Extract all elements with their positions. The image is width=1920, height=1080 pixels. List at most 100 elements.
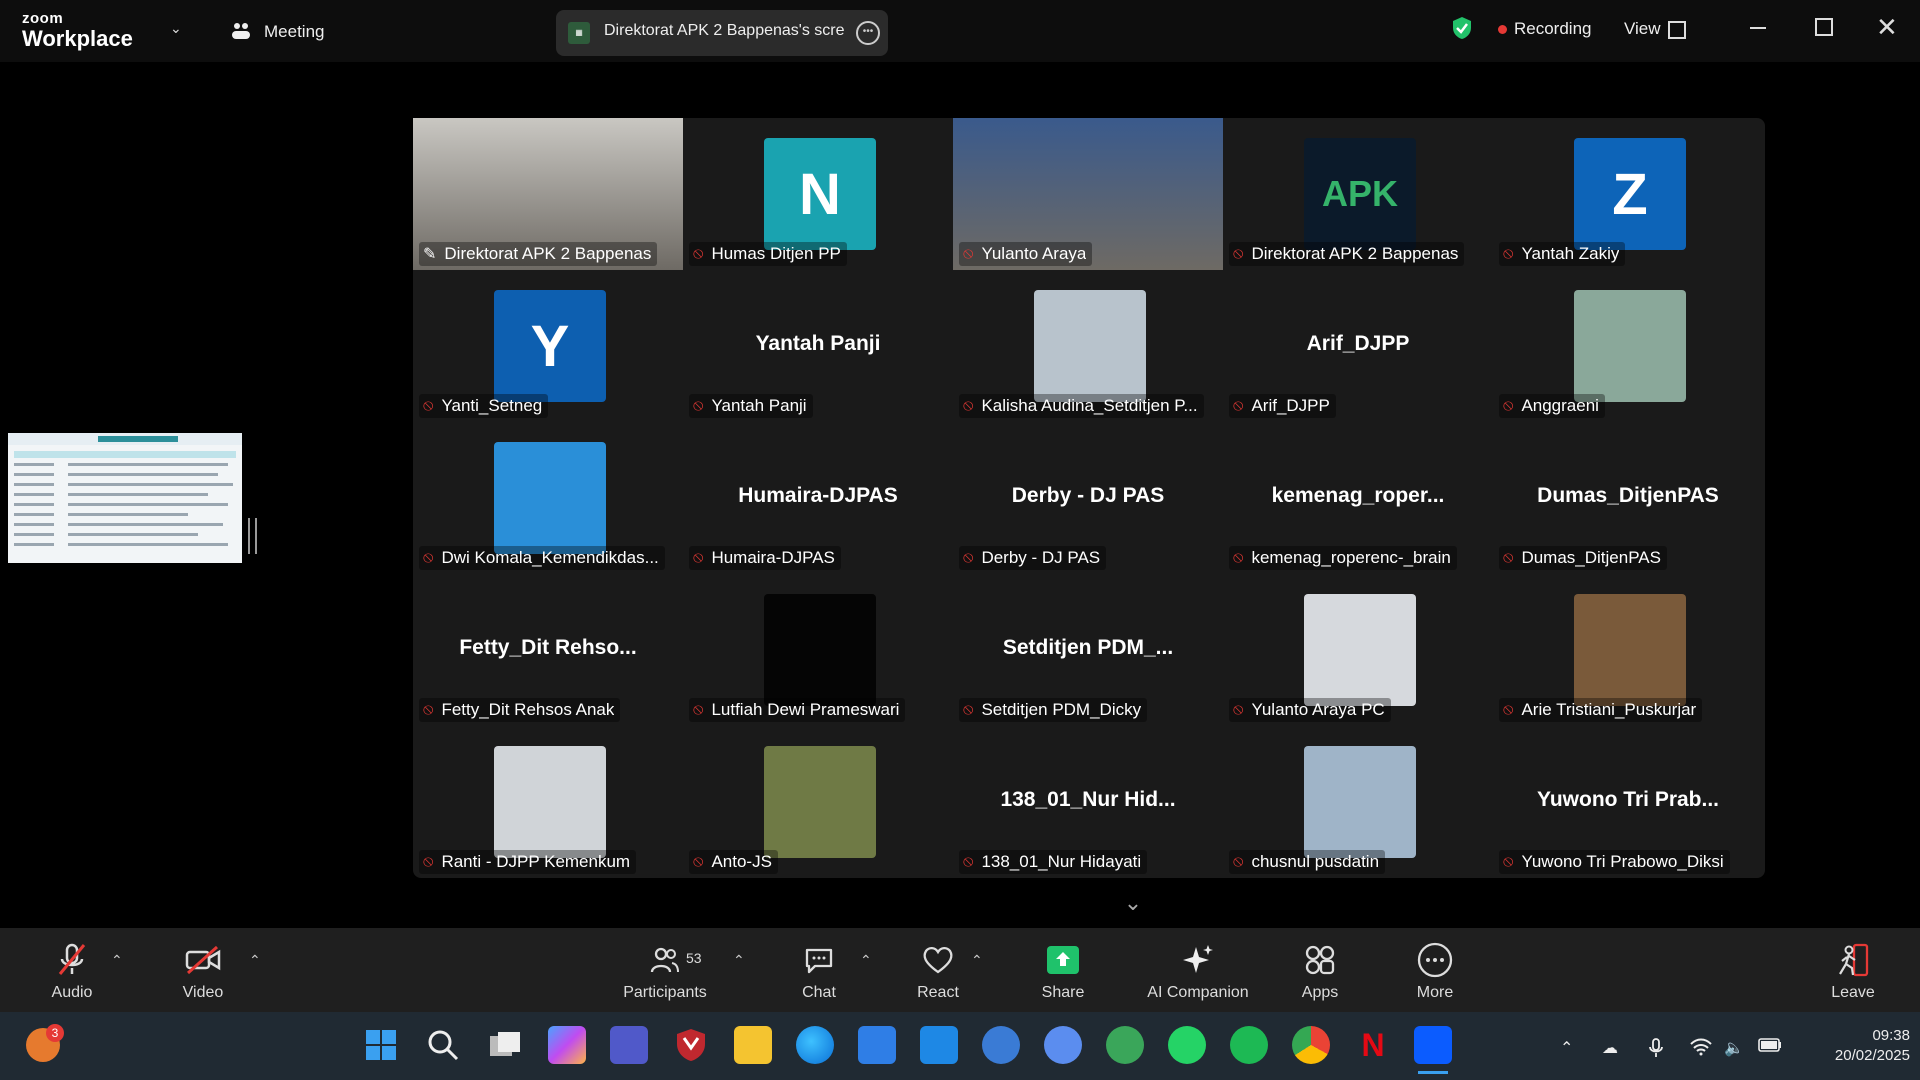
participant-tile[interactable]: Arif_DJPP ⦸ Arif_DJPP: [1223, 270, 1493, 422]
participants-caret-icon[interactable]: ⌃: [733, 952, 745, 969]
participant-name-label: ⦸ Fetty_Dit Rehsos Anak: [419, 698, 621, 722]
participant-name-label: ⦸ Dumas_DitjenPAS: [1499, 546, 1667, 570]
participant-tile[interactable]: ⦸ Arie Tristiani_Puskurjar: [1493, 574, 1763, 726]
battery-icon[interactable]: [1758, 1038, 1782, 1057]
netflix-icon[interactable]: N: [1354, 1026, 1392, 1064]
next-page-chevron-icon[interactable]: ⌄: [1086, 890, 1180, 915]
tray-overflow-icon[interactable]: ⌃: [1560, 1038, 1573, 1058]
taskbar-clock[interactable]: 09:38 20/02/2025: [1810, 1026, 1910, 1066]
muted-mic-icon: ⦸: [963, 397, 974, 414]
react-button[interactable]: React: [883, 940, 993, 1002]
participant-name: Dumas_DitjenPAS: [1521, 548, 1661, 567]
apps-button[interactable]: Apps: [1265, 940, 1375, 1002]
chat-caret-icon[interactable]: ⌃: [860, 952, 872, 969]
zoom-companion-icon[interactable]: [1044, 1026, 1082, 1064]
participants-button[interactable]: Participants: [610, 940, 720, 1002]
app-logo-top: zoom: [22, 10, 64, 27]
participant-tile[interactable]: ⦸ Yulanto Araya PC: [1223, 574, 1493, 726]
participant-tile[interactable]: ⦸ Kalisha Audina_Setditjen P...: [953, 270, 1223, 422]
muted-mic-icon: ⦸: [1503, 549, 1514, 566]
ai-companion-button[interactable]: AI Companion: [1143, 940, 1253, 1002]
participant-tile[interactable]: kemenag_roper... ⦸ kemenag_roperenc-_brain: [1223, 422, 1493, 574]
participant-tile[interactable]: ⦸ Anto-JS: [683, 726, 953, 878]
music-app-icon[interactable]: [1106, 1026, 1144, 1064]
participant-tile[interactable]: Setditjen PDM_... ⦸ Setditjen PDM_Dicky: [953, 574, 1223, 726]
participant-tile[interactable]: Y ⦸ Yanti_Setneg: [413, 270, 683, 422]
participant-tile[interactable]: Fetty_Dit Rehso... ⦸ Fetty_Dit Rehsos Anak: [413, 574, 683, 726]
muted-mic-icon: ⦸: [1233, 397, 1244, 414]
close-icon[interactable]: ✕: [1876, 12, 1898, 43]
search-icon[interactable]: [424, 1026, 462, 1064]
participant-tile[interactable]: ⦸ Yulanto Araya: [953, 118, 1223, 270]
leave-button[interactable]: Leave: [1798, 940, 1908, 1002]
participant-tile[interactable]: Dumas_DitjenPAS ⦸ Dumas_DitjenPAS: [1493, 422, 1763, 574]
profile-photo: [1574, 290, 1686, 402]
participant-tile[interactable]: ⦸ Dwi Komala_Kemendikdas...: [413, 422, 683, 574]
hp-app-icon[interactable]: [920, 1026, 958, 1064]
profile-photo: [1304, 594, 1416, 706]
whatsapp-icon[interactable]: [1168, 1026, 1206, 1064]
participant-name-label: ⦸ Yulanto Araya PC: [1229, 698, 1391, 722]
maximize-icon[interactable]: [1815, 18, 1833, 36]
muted-mic-icon: ⦸: [1233, 245, 1244, 262]
chevron-down-icon[interactable]: ⌄: [170, 20, 182, 37]
resize-handle[interactable]: [248, 518, 257, 554]
meeting-icon[interactable]: [230, 20, 252, 47]
participant-tile[interactable]: Humaira-DJPAS ⦸ Humaira-DJPAS: [683, 422, 953, 574]
shield-icon[interactable]: [1451, 16, 1473, 40]
participant-tile[interactable]: ⦸ Lutfiah Dewi Prameswari: [683, 574, 953, 726]
participant-name: Setditjen PDM_Dicky: [981, 700, 1142, 719]
share-button[interactable]: Share: [1008, 940, 1118, 1002]
participant-tile[interactable]: N ⦸ Humas Ditjen PP: [683, 118, 953, 270]
more-button[interactable]: More: [1380, 940, 1490, 1002]
participant-name: Humaira-DJPAS: [711, 548, 835, 567]
volume-icon[interactable]: 🔈: [1724, 1038, 1744, 1058]
wifi-icon[interactable]: [1690, 1038, 1712, 1061]
file-explorer-icon[interactable]: [734, 1026, 772, 1064]
minimize-icon[interactable]: [1750, 27, 1766, 29]
spotify-icon[interactable]: [1230, 1026, 1268, 1064]
participant-tile[interactable]: ⦸ Ranti - DJPP Kemenkum: [413, 726, 683, 878]
teams-icon[interactable]: [610, 1026, 648, 1064]
participant-tile[interactable]: Z ⦸ Yantah Zakiy: [1493, 118, 1763, 270]
edge-icon[interactable]: [796, 1026, 834, 1064]
muted-mic-icon: ⦸: [423, 397, 434, 414]
grid-view-icon[interactable]: [1668, 21, 1686, 39]
participant-tile[interactable]: Yuwono Tri Prab... ⦸ Yuwono Tri Prabowo_Di…: [1493, 726, 1763, 878]
muted-mic-icon: ⦸: [1503, 245, 1514, 262]
participant-name-label: ⦸ Humaira-DJPAS: [689, 546, 841, 570]
participant-tile[interactable]: Yantah Panji ⦸ Yantah Panji: [683, 270, 953, 422]
task-view-icon[interactable]: [486, 1026, 524, 1064]
profile-photo: [1034, 290, 1146, 402]
zoom-taskbar-icon[interactable]: [1414, 1026, 1452, 1064]
help-icon[interactable]: [982, 1026, 1020, 1064]
antivirus-icon[interactable]: [672, 1026, 710, 1064]
chrome-icon[interactable]: [1292, 1026, 1330, 1064]
participant-tile[interactable]: 138_01_Nur Hid... ⦸ 138_01_Nur Hidayati: [953, 726, 1223, 878]
video-options-caret-icon[interactable]: ⌃: [249, 952, 261, 969]
store-icon[interactable]: [858, 1026, 896, 1064]
shared-screen-thumbnail[interactable]: [8, 433, 242, 563]
chat-button[interactable]: Chat: [764, 940, 874, 1002]
participant-name-label: ⦸ Kalisha Audina_Setditjen P...: [959, 394, 1204, 418]
meeting-info-button[interactable]: Meeting: [264, 22, 324, 42]
audio-options-caret-icon[interactable]: ⌃: [111, 952, 123, 969]
participant-tile[interactable]: APK ⦸ Direktorat APK 2 Bappenas: [1223, 118, 1493, 270]
react-caret-icon[interactable]: ⌃: [971, 952, 983, 969]
video-button[interactable]: Video: [148, 940, 258, 1002]
start-icon[interactable]: [362, 1026, 400, 1064]
audio-button[interactable]: Audio: [17, 940, 127, 1002]
recording-indicator[interactable]: Recording: [1514, 19, 1592, 39]
view-button[interactable]: View: [1624, 19, 1661, 39]
participant-tile[interactable]: Derby - DJ PAS ⦸ Derby - DJ PAS: [953, 422, 1223, 574]
apps-label: Apps: [1301, 984, 1339, 1001]
participant-tile[interactable]: ✎ Direktorat APK 2 Bappenas: [413, 118, 683, 270]
onedrive-icon[interactable]: ☁: [1602, 1038, 1618, 1058]
participant-name: Arif_DJPP: [1251, 396, 1330, 415]
copilot-icon[interactable]: [548, 1026, 586, 1064]
microphone-tray-icon[interactable]: [1648, 1038, 1664, 1063]
participant-tile[interactable]: ⦸ Anggraeni: [1493, 270, 1763, 422]
participant-tile[interactable]: ⦸ chusnul pusdatin: [1223, 726, 1493, 878]
muted-mic-icon: ⦸: [1233, 701, 1244, 718]
more-options-icon[interactable]: •••: [856, 21, 880, 45]
